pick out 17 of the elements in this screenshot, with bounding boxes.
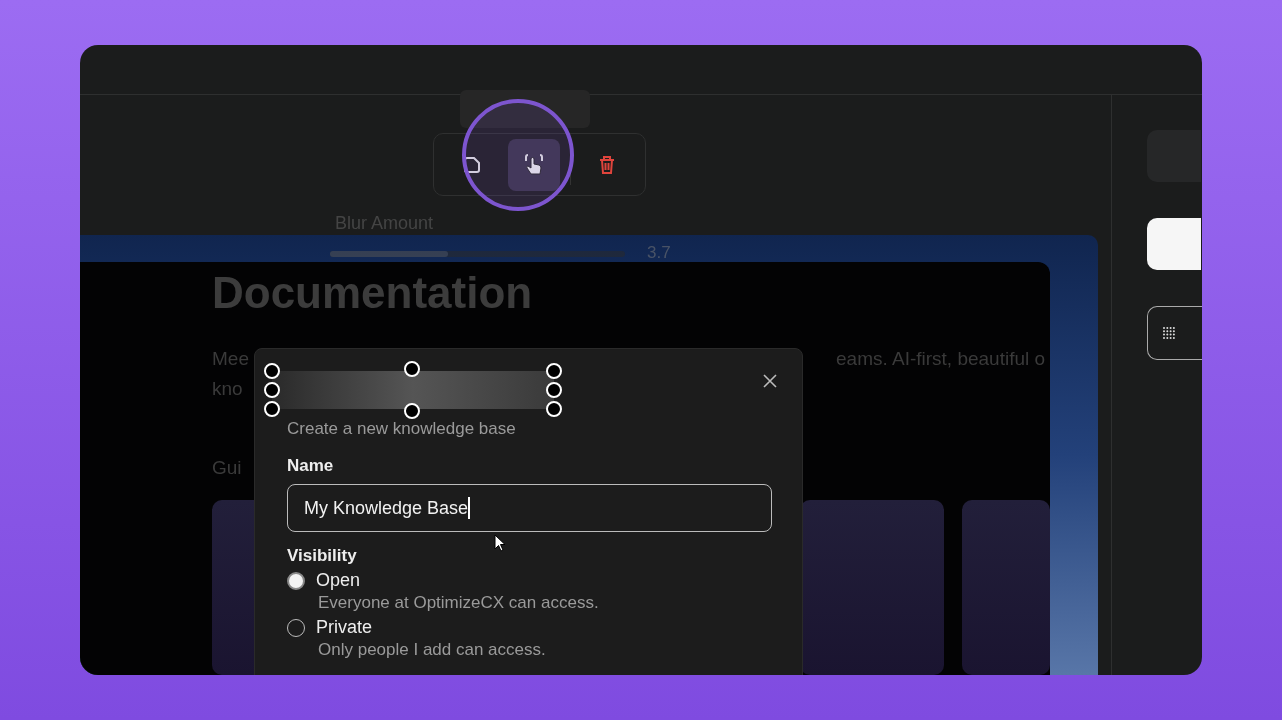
visibility-label: Visibility: [287, 546, 357, 566]
option-description: Only people I add can access.: [318, 640, 547, 660]
page-heading: Documentation: [212, 268, 533, 318]
pointer-tool-button[interactable]: [508, 138, 560, 191]
blur-slider[interactable]: [330, 251, 625, 257]
radio-button[interactable]: [287, 571, 305, 590]
dialog-subtitle: Create a new knowledge base: [287, 419, 517, 439]
close-icon[interactable]: [763, 374, 777, 388]
mouse-cursor-icon: [494, 534, 506, 552]
name-label: Name: [287, 456, 335, 476]
name-input[interactable]: My Knowledge Base: [287, 484, 772, 532]
dot-grid-icon: [1162, 326, 1176, 340]
pattern-button[interactable]: [1147, 306, 1202, 360]
option-description: Everyone at OptimizeCX can access.: [318, 593, 600, 613]
radio-label: Private: [316, 617, 373, 638]
hand-pointer-icon: [522, 151, 546, 178]
radio-label: Open: [316, 570, 361, 591]
